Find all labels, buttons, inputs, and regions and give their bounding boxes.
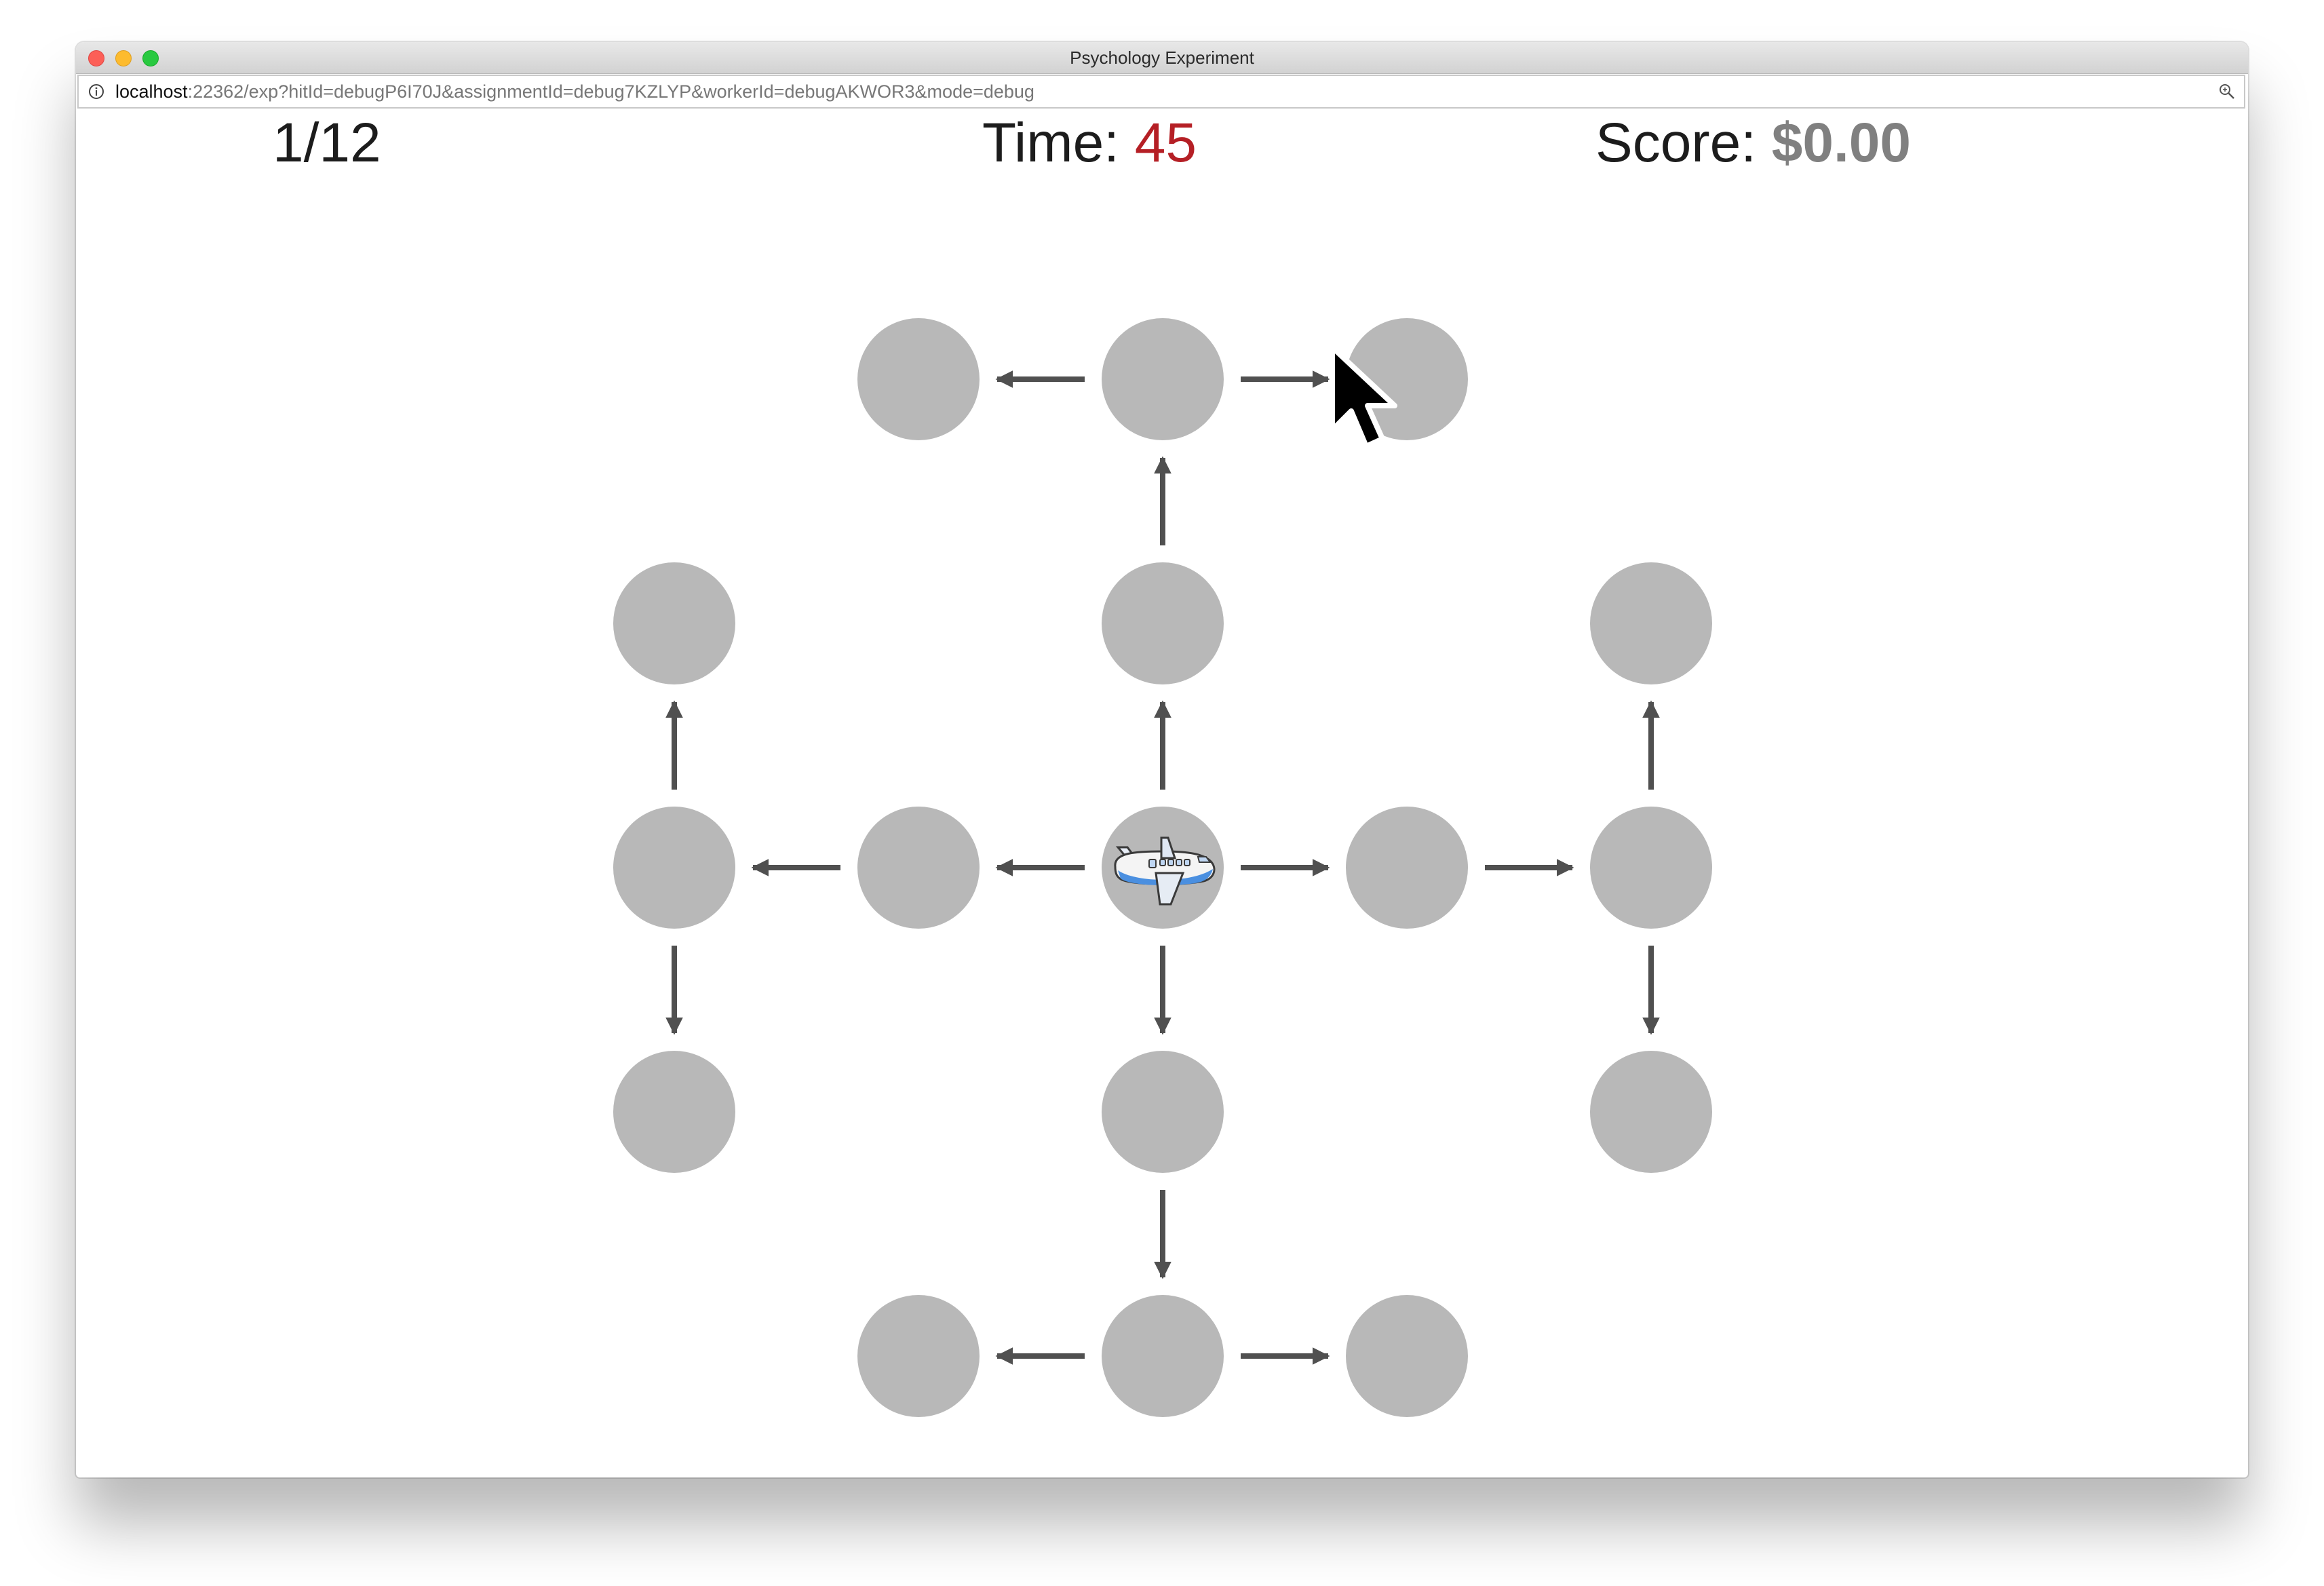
graph-node-r2c2[interactable] [857,807,980,929]
navigation-graph [613,318,1712,1417]
graph-node-r3c3[interactable] [1102,1051,1224,1173]
graph-node-r2c5[interactable] [1590,807,1712,929]
graph-node-r0c3[interactable] [1102,318,1224,440]
graph-node-r2c4[interactable] [1346,807,1468,929]
graph-node-r4c3[interactable] [1102,1295,1224,1417]
graph-node-r4c2[interactable] [857,1295,980,1417]
graph-node-r1c1[interactable] [613,562,735,684]
graph-node-r1c5[interactable] [1590,562,1712,684]
mouse-cursor-icon [1330,345,1397,449]
graph-node-r1c3[interactable] [1102,562,1224,684]
graph-node-r2c1[interactable] [613,807,735,929]
graph-node-r3c1[interactable] [613,1051,735,1173]
graph-node-r3c5[interactable] [1590,1051,1712,1173]
graph-node-r0c2[interactable] [857,318,980,440]
graph-node-r4c4[interactable] [1346,1295,1468,1417]
